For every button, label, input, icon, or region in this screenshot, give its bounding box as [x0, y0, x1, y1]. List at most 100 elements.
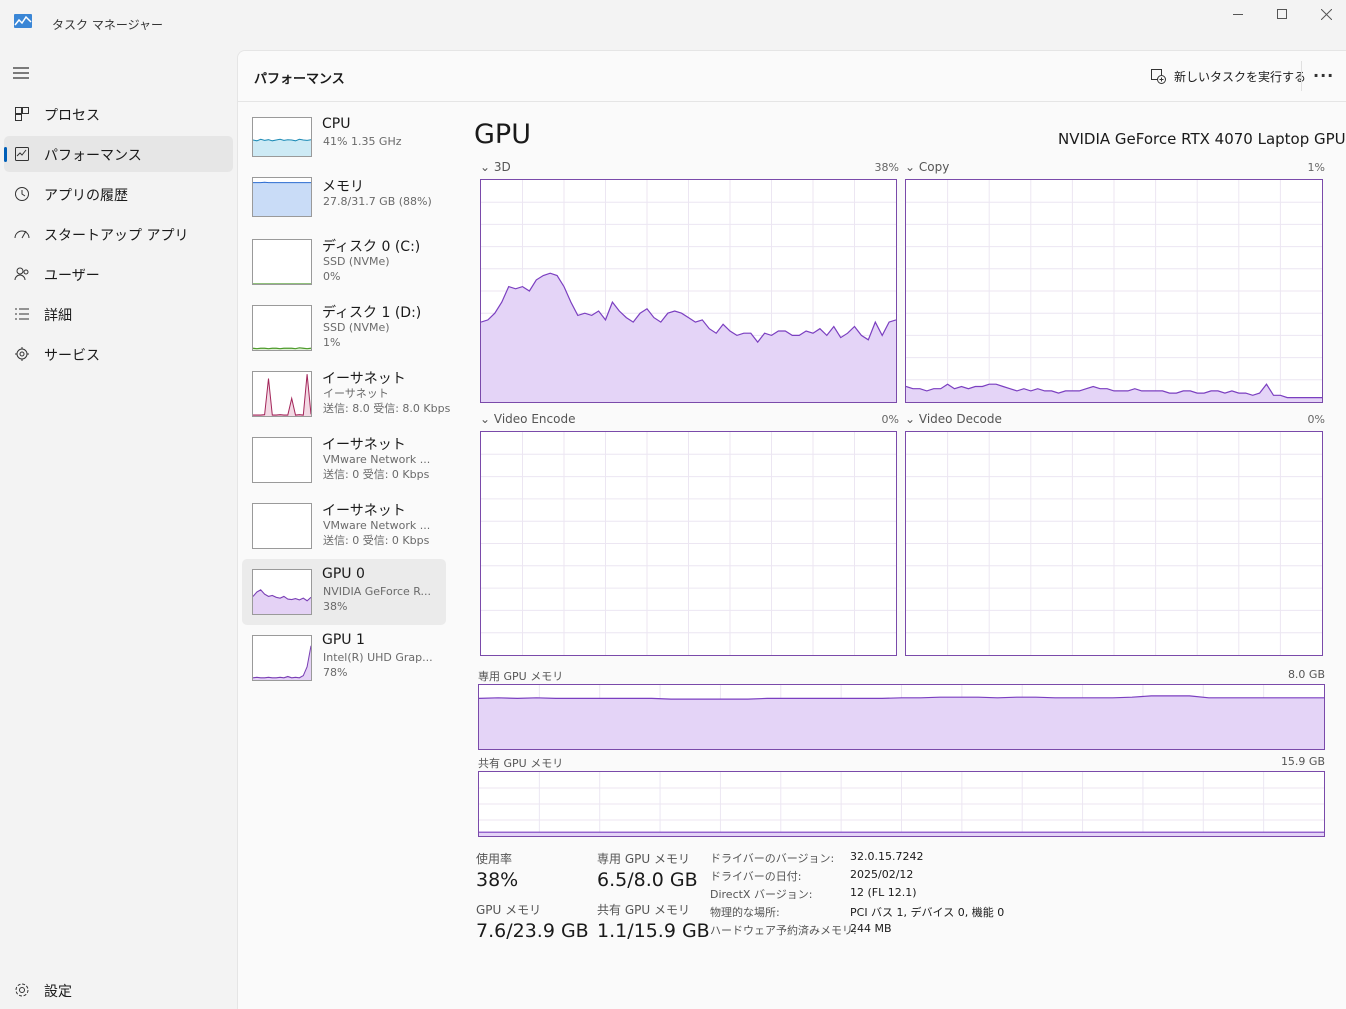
gpu-title: GPU	[474, 119, 531, 150]
page-header: パフォーマンス 新しいタスクを実行する ···	[238, 51, 1346, 102]
device-name: GPU 0	[322, 566, 365, 582]
shared-gpu-memory-label: 共有 GPU メモリ	[597, 903, 690, 917]
gpu-memory-label: GPU メモリ	[476, 903, 542, 917]
device-throughput: 送信: 0 受信: 0 Kbps	[323, 534, 430, 547]
dedicated-gpu-memory-value: 6.5/8.0 GB	[597, 869, 698, 891]
maximize-button[interactable]	[1259, 0, 1305, 28]
usage-area	[479, 695, 1324, 749]
nav-label-processes: プロセス	[44, 108, 100, 124]
device-name: イーサネット	[322, 371, 406, 387]
device-gpu-1[interactable]: GPU 1 Intel(R) UHD Grap... 78%	[242, 625, 446, 689]
ethernet3-thumbnail	[252, 503, 312, 549]
task-manager-icon	[14, 14, 32, 28]
device-name: ディスク 0 (C:)	[322, 239, 421, 255]
driver-version-value: 32.0.15.7242	[850, 850, 924, 863]
nav-item-processes[interactable]: プロセス	[4, 96, 233, 132]
engine-video-decode-label: Video Decode	[918, 412, 1002, 426]
gpu-memory-value: 7.6/23.9 GB	[476, 920, 589, 942]
engine-video-decode-graph	[905, 431, 1323, 656]
more-options-icon[interactable]: ···	[1313, 66, 1334, 85]
engine-video-encode-percent: 0%	[881, 413, 899, 426]
device-ethernet-3[interactable]: イーサネット VMware Network ... 送信: 0 受信: 0 Kb…	[242, 493, 446, 557]
chevron-down-icon: ⌄	[480, 160, 491, 174]
device-disk-1[interactable]: ディスク 1 (D:) SSD (NVMe) 1%	[242, 295, 446, 359]
nav-label-details: 詳細	[44, 308, 72, 324]
directx-version-value: 12 (FL 12.1)	[850, 886, 917, 899]
thumb-line	[253, 374, 311, 416]
nav-item-users[interactable]: ユーザー	[4, 256, 233, 292]
engine-copy-label: Copy	[918, 160, 950, 174]
services-icon	[15, 347, 29, 361]
device-name: イーサネット	[322, 437, 406, 453]
engine-video-decode-selector[interactable]: ⌄ Video Decode	[905, 412, 1002, 426]
device-cpu[interactable]: CPU 41% 1.35 GHz	[242, 109, 446, 173]
ethernet1-thumbnail	[252, 371, 312, 417]
memory-thumbnail	[252, 177, 312, 217]
engine-video-encode-selector[interactable]: ⌄ Video Encode	[480, 412, 575, 426]
nav-item-startup-apps[interactable]: スタートアップ アプリ	[4, 216, 233, 252]
disk1-thumbnail	[252, 305, 312, 351]
close-button[interactable]	[1303, 0, 1346, 28]
reserved-memory-label: ハードウェア予約済みメモリ:	[710, 924, 857, 937]
window-title: タスク マネージャー	[52, 18, 163, 32]
chevron-down-icon: ⌄	[480, 412, 491, 426]
hamburger-menu-icon[interactable]	[12, 64, 30, 82]
device-gpu-0[interactable]: GPU 0 NVIDIA GeForce R... 38%	[242, 559, 446, 625]
device-detail: 27.8/31.7 GB (88%)	[323, 195, 432, 208]
driver-date-value: 2025/02/12	[850, 868, 914, 881]
thumb-area	[253, 589, 311, 614]
page-title: パフォーマンス	[254, 72, 345, 87]
active-indicator	[4, 147, 7, 162]
run-new-task-button[interactable]: 新しいタスクを実行する	[1150, 65, 1306, 87]
device-ethernet-1[interactable]: イーサネット イーサネット 送信: 8.0 受信: 8.0 Kbps	[242, 361, 450, 425]
device-memory[interactable]: メモリ 27.8/31.7 GB (88%)	[242, 169, 446, 233]
device-usage: 1%	[323, 336, 341, 349]
thumb-area	[253, 374, 311, 416]
physical-location-label: 物理的な場所:	[710, 906, 780, 919]
engine-video-encode-label: Video Encode	[493, 412, 576, 426]
nav-label-app-history: アプリの履歴	[44, 188, 128, 204]
directx-version-label: DirectX バージョン:	[710, 888, 813, 901]
device-usage: 0%	[323, 270, 341, 283]
engine-copy-graph	[905, 179, 1323, 403]
device-throughput: 送信: 0 受信: 0 Kbps	[323, 468, 430, 481]
thumb-line	[253, 645, 311, 679]
device-name: メモリ	[322, 179, 364, 195]
header-separator	[1301, 61, 1302, 91]
processes-icon	[15, 107, 29, 121]
device-ethernet-2[interactable]: イーサネット VMware Network ... 送信: 0 受信: 0 Kb…	[242, 427, 446, 491]
device-usage: 38%	[323, 600, 348, 613]
driver-date-label: ドライバーの日付:	[710, 870, 802, 883]
main-panel: パフォーマンス 新しいタスクを実行する ··· CPU 41% 1.35 GHz…	[237, 50, 1346, 1009]
device-detail: NVIDIA GeForce R...	[323, 585, 432, 598]
driver-version-label: ドライバーのバージョン:	[710, 852, 835, 865]
engine-copy-selector[interactable]: ⌄ Copy	[905, 160, 949, 174]
users-icon	[14, 267, 29, 281]
minimize-icon	[1233, 13, 1243, 15]
engine-3d-graph	[480, 179, 897, 403]
device-usage: 78%	[323, 666, 348, 679]
physical-location-value: PCI バス 1, デバイス 0, 機能 0	[850, 906, 1005, 919]
dedicated-gpu-memory-label: 専用 GPU メモリ	[597, 852, 690, 866]
nav-item-app-history[interactable]: アプリの履歴	[4, 176, 233, 212]
usage-label: 使用率	[476, 852, 513, 866]
engine-video-decode-percent: 0%	[1307, 413, 1325, 426]
engine-3d-selector[interactable]: ⌄ 3D	[480, 160, 511, 174]
minimize-button[interactable]	[1215, 0, 1261, 28]
nav-item-performance[interactable]: パフォーマンス	[4, 136, 233, 172]
nav-item-details[interactable]: 詳細	[4, 296, 233, 332]
gpu1-thumbnail	[252, 635, 312, 681]
shared-memory-max: 15.9 GB	[1280, 755, 1325, 768]
device-detail: SSD (NVMe)	[323, 321, 390, 334]
nav-item-services[interactable]: サービス	[4, 336, 233, 372]
new-task-icon	[1151, 69, 1166, 84]
device-disk-0[interactable]: ディスク 0 (C:) SSD (NVMe) 0%	[242, 229, 446, 293]
shared-memory-label: 共有 GPU メモリ	[478, 757, 564, 770]
device-detail: イーサネット	[323, 387, 389, 400]
dedicated-memory-max: 8.0 GB	[1287, 668, 1325, 681]
device-detail: VMware Network ...	[323, 519, 431, 532]
cpu-thumbnail	[252, 117, 312, 157]
nav-item-settings[interactable]: 設定	[4, 972, 233, 1008]
thumb-area	[253, 645, 311, 680]
startup-icon	[14, 230, 30, 239]
